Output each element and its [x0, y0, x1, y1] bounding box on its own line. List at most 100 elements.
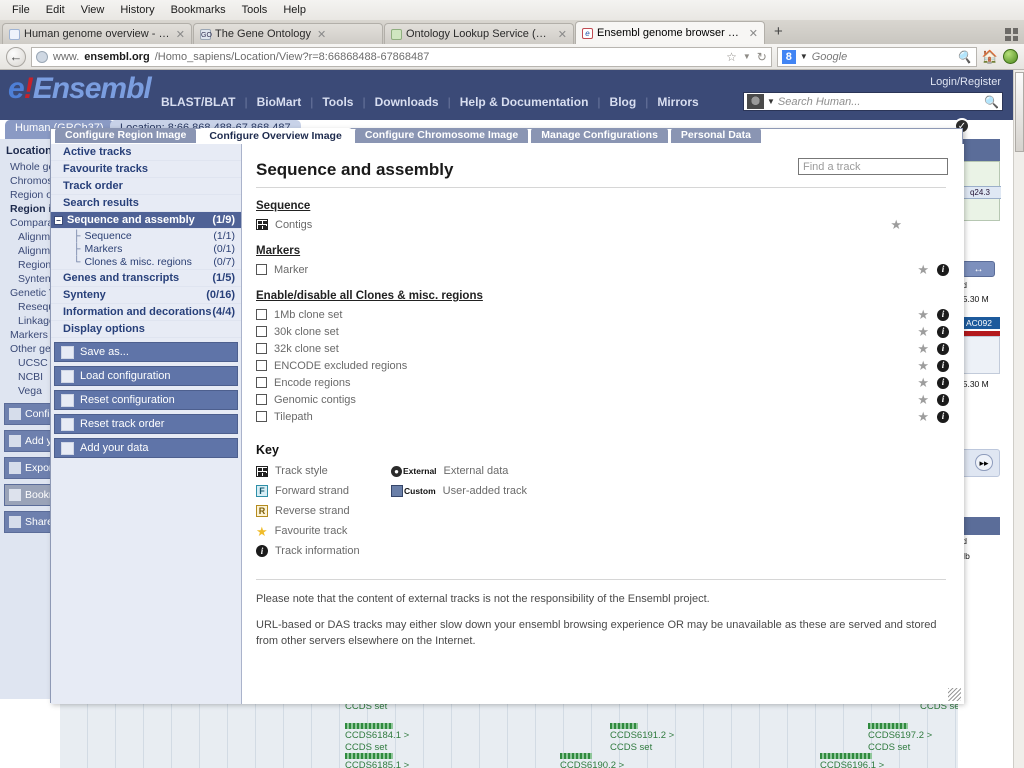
add-your-data-button[interactable]: Add your data [54, 438, 238, 458]
browser-tab-2[interactable]: GO The Gene Ontology ✕ [193, 23, 383, 44]
extension-icon[interactable] [1003, 49, 1018, 64]
nav-blast-blat[interactable]: BLAST/BLAT [152, 95, 244, 109]
sidebar-item-comparative-genomics[interactable]: Comparative Genomics [4, 216, 55, 230]
info-icon[interactable]: i [937, 410, 949, 423]
track-checkbox[interactable] [256, 264, 267, 275]
track-style-icon[interactable] [256, 219, 268, 230]
close-icon[interactable]: ✕ [558, 28, 567, 41]
fast-forward-icon[interactable]: ▸▸ [975, 454, 993, 471]
track-row-1mb-clone-set[interactable]: 1Mb clone set ★ i [256, 306, 949, 323]
track-row-encode-regions[interactable]: Encode regions ★ i [256, 374, 949, 391]
address-input[interactable]: www. ensembl.org/Homo_sapiens/Location/Vi… [31, 46, 772, 67]
star-icon[interactable]: ★ [917, 263, 929, 276]
sidebar-item-region-comparison[interactable]: Region Comparison [4, 258, 55, 272]
track-row-30k-clone-set[interactable]: 30k clone set ★ i [256, 323, 949, 340]
page-scrollbar[interactable] [1013, 70, 1024, 768]
search-icon[interactable]: 🔍 [984, 95, 999, 109]
site-search-input[interactable]: ▼ Search Human... 🔍 [743, 92, 1003, 111]
browser-tab-1[interactable]: Human genome overview - Genome ... ✕ [2, 23, 192, 44]
sidebar-item-ncbi[interactable]: NCBI [4, 370, 55, 384]
sidebar-item-display-options[interactable]: Display options [51, 321, 241, 338]
home-icon[interactable]: 🏠 [982, 49, 998, 65]
track-row-marker[interactable]: Marker ★ i [256, 261, 949, 278]
browser-tab-3[interactable]: Ontology Lookup Service (OLS) ✕ [384, 23, 574, 44]
sidebar-item-synteny[interactable]: Synteny [4, 272, 55, 286]
sidebar-item-sequence[interactable]: ├ Sequence (1/1) [51, 229, 241, 242]
track-checkbox[interactable] [256, 360, 267, 371]
sidebar-item-other-genome-browsers[interactable]: Other genome browsers [4, 342, 55, 356]
sidebar-item-whole-genome[interactable]: Whole genome [4, 160, 55, 174]
menu-help[interactable]: Help [275, 2, 314, 18]
nav-biomart[interactable]: BioMart [248, 95, 311, 109]
nav-help-documentation[interactable]: Help & Documentation [451, 95, 598, 109]
sidebar-item-ucsc[interactable]: UCSC [4, 356, 55, 370]
sidebar-item-region-in-detail[interactable]: Region in detail [4, 202, 55, 216]
sidebar-item-synteny[interactable]: Synteny (0/16) [51, 287, 241, 304]
export-data-button[interactable]: Export data [4, 457, 55, 479]
collapse-expander-icon[interactable]: – [54, 215, 63, 225]
search-icon[interactable]: 🔍 [957, 50, 972, 64]
sidebar-item-resequencing[interactable]: Resequencing [4, 300, 55, 314]
close-icon[interactable]: ✕ [317, 28, 326, 41]
star-icon[interactable]: ★ [917, 376, 929, 389]
ccds-track-label[interactable]: CCDS6190.2 > [560, 760, 624, 768]
sidebar-item-alignments-image[interactable]: Alignments (image) [4, 230, 55, 244]
star-icon[interactable]: ★ [917, 393, 929, 406]
info-icon[interactable]: i [937, 376, 949, 389]
tab-configure-chromosome-image[interactable]: Configure Chromosome Image [354, 128, 529, 143]
sidebar-item-vega[interactable]: Vega [4, 384, 55, 398]
info-icon[interactable]: i [937, 359, 949, 372]
track-checkbox[interactable] [256, 343, 267, 354]
star-icon[interactable]: ★ [917, 342, 929, 355]
sidebar-item-genetic-variation[interactable]: Genetic Variation [4, 286, 55, 300]
section-heading-clones-misc-regions[interactable]: Enable/disable all Clones & misc. region… [256, 290, 946, 302]
sidebar-item-region-overview[interactable]: Region overview [4, 188, 55, 202]
ensembl-logo[interactable]: e!Ensembl [8, 72, 152, 106]
ccds-track-label[interactable]: CCDS6184.1 > [345, 730, 409, 741]
track-checkbox[interactable] [256, 377, 267, 388]
back-button[interactable]: ← [6, 46, 26, 67]
star-icon[interactable]: ★ [917, 325, 929, 338]
navigation-buttons-box[interactable]: ▸▸ [958, 449, 1000, 477]
bookmark-page-button[interactable]: Bookmark this page [4, 484, 55, 506]
track-checkbox[interactable] [256, 326, 267, 337]
track-checkbox[interactable] [256, 394, 267, 405]
sidebar-item-track-order[interactable]: Track order [51, 178, 241, 195]
info-icon[interactable]: i [937, 308, 949, 321]
close-icon[interactable]: ✕ [176, 28, 185, 41]
nav-mirrors[interactable]: Mirrors [648, 95, 707, 109]
sidebar-item-alignments-text[interactable]: Alignments (text) [4, 244, 55, 258]
tab-configure-region-image[interactable]: Configure Region Image [55, 128, 197, 143]
track-checkbox[interactable] [256, 411, 267, 422]
share-page-button[interactable]: Share this page [4, 511, 55, 533]
sidebar-item-genes-and-transcripts[interactable]: Genes and transcripts (1/5) [51, 270, 241, 287]
star-icon[interactable]: ★ [890, 218, 902, 231]
modal-resize-handle[interactable] [948, 688, 961, 701]
find-track-input[interactable]: Find a track [798, 158, 948, 175]
menu-view[interactable]: View [73, 2, 113, 18]
sidebar-item-markers[interactable]: Markers [4, 328, 55, 342]
star-icon[interactable]: ★ [917, 308, 929, 321]
ccds-track-label[interactable]: CCDS6185.1 > [345, 760, 409, 768]
ccds-track-label[interactable]: CCDS6191.2 > [610, 730, 674, 741]
load-configuration-button[interactable]: Load configuration [54, 366, 238, 386]
nav-tools[interactable]: Tools [313, 95, 362, 109]
tab-personal-data[interactable]: Personal Data [670, 128, 761, 143]
info-icon[interactable]: i [937, 342, 949, 355]
menu-file[interactable]: File [4, 2, 38, 18]
track-row-32k-clone-set[interactable]: 32k clone set ★ i [256, 340, 949, 357]
browser-tab-4-active[interactable]: e Ensembl genome browser 73: Homo ... ✕ [575, 21, 765, 44]
tab-list-icon[interactable] [1005, 28, 1018, 41]
sidebar-item-search-results[interactable]: Search results [51, 195, 241, 212]
reset-configuration-button[interactable]: Reset configuration [54, 390, 238, 410]
reset-track-order-button[interactable]: Reset track order [54, 414, 238, 434]
sidebar-item-markers[interactable]: ├ Markers (0/1) [51, 242, 241, 255]
menu-tools[interactable]: Tools [234, 2, 276, 18]
info-icon[interactable]: i [937, 263, 949, 276]
star-icon[interactable]: ★ [917, 359, 929, 372]
track-row-contigs[interactable]: Contigs ★ [256, 216, 946, 233]
sidebar-item-sequence-and-assembly[interactable]: – Sequence and assembly (1/9) [51, 212, 241, 229]
menu-history[interactable]: History [112, 2, 162, 18]
sidebar-item-linkage-data[interactable]: Linkage Data [4, 314, 55, 328]
track-row-encode-excluded-regions[interactable]: ENCODE excluded regions ★ i [256, 357, 949, 374]
